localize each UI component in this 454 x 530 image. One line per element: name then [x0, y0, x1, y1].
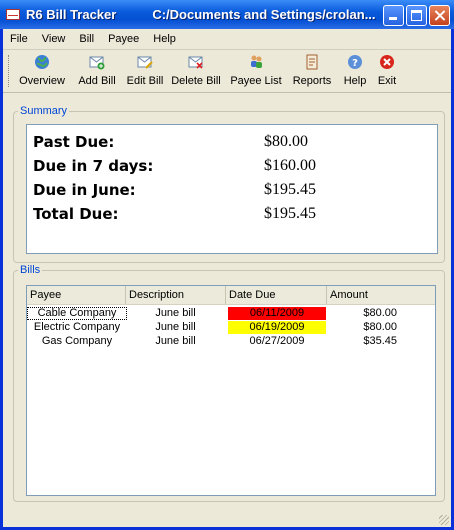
envelope-add-icon: [89, 56, 105, 70]
summary-value: $160.00: [264, 157, 316, 174]
envelope-delete-icon: [188, 56, 203, 69]
summary-group: Summary Past Due: $80.00 Due in 7 days: …: [13, 105, 445, 263]
menu-bar: File View Bill Payee Help: [3, 29, 451, 50]
column-header-date-due[interactable]: Date Due: [226, 286, 327, 304]
column-header-amount[interactable]: Amount: [327, 286, 435, 304]
overview-label: Overview: [19, 75, 65, 87]
column-header-payee[interactable]: Payee: [27, 286, 126, 304]
add-bill-label: Add Bill: [78, 75, 116, 87]
envelope-edit-icon: [137, 56, 153, 69]
globe-icon: [35, 55, 49, 69]
add-bill-button[interactable]: Add Bill: [76, 54, 118, 90]
payee-list-label: Payee List: [230, 75, 282, 87]
menu-view[interactable]: View: [35, 33, 73, 45]
close-button[interactable]: [429, 5, 450, 26]
amount-cell: $35.45: [363, 335, 397, 347]
payee-cell: Cable Company: [27, 307, 127, 320]
help-button[interactable]: ? Help: [341, 54, 369, 90]
help-label: Help: [343, 75, 367, 87]
bills-title: Bills: [18, 264, 43, 276]
description-cell: June bill: [155, 335, 196, 347]
summary-label: Total Due:: [33, 205, 119, 223]
summary-value: $195.45: [264, 181, 316, 198]
reports-button[interactable]: Reports: [290, 54, 334, 90]
maximize-button[interactable]: [406, 5, 427, 26]
resize-grip[interactable]: [439, 515, 449, 525]
date-due-cell: 06/11/2009: [228, 307, 326, 320]
summary-value: $80.00: [264, 133, 308, 150]
payee-cell: Electric Company: [33, 321, 121, 333]
date-due-cell: 06/27/2009: [249, 335, 305, 347]
summary-row-due-in-june: Due in June: $195.45: [33, 181, 433, 203]
reports-label: Reports: [292, 75, 332, 87]
title-bar[interactable]: R6 Bill Tracker C:/Documents and Settings…: [0, 0, 454, 29]
summary-row-due-7-days: Due in 7 days: $160.00: [33, 157, 433, 179]
menu-payee[interactable]: Payee: [101, 33, 146, 45]
column-header-description[interactable]: Description: [126, 286, 226, 304]
exit-icon: [380, 55, 394, 69]
svg-text:?: ?: [352, 58, 358, 69]
bills-list-header: Payee Description Date Due Amount: [27, 286, 435, 305]
exit-label: Exit: [377, 75, 397, 87]
summary-label: Due in 7 days:: [33, 157, 154, 175]
edit-bill-label: Edit Bill: [126, 75, 164, 87]
delete-bill-label: Delete Bill: [171, 75, 221, 87]
summary-panel: Past Due: $80.00 Due in 7 days: $160.00 …: [26, 124, 438, 254]
people-icon: [251, 55, 262, 68]
payee-cell: Gas Company: [41, 335, 113, 347]
toolbar: Overview Add Bill Edit Bill Delete Bill …: [3, 50, 451, 93]
window-path: C:/Documents and Settings/crolan...: [152, 7, 376, 22]
summary-row-total-due: Total Due: $195.45: [33, 205, 433, 227]
help-icon: ?: [348, 55, 362, 69]
app-window: R6 Bill Tracker C:/Documents and Settings…: [0, 0, 454, 530]
edit-bill-button[interactable]: Edit Bill: [123, 54, 167, 90]
summary-label: Due in June:: [33, 181, 136, 199]
date-due-cell: 06/19/2009: [228, 321, 326, 334]
menu-help[interactable]: Help: [146, 33, 183, 45]
delete-bill-button[interactable]: Delete Bill: [170, 54, 222, 90]
menu-file[interactable]: File: [3, 33, 35, 45]
table-row[interactable]: Gas Company June bill 06/27/2009 $35.45: [27, 335, 435, 349]
summary-title: Summary: [18, 105, 70, 117]
table-row[interactable]: Cable Company June bill 06/11/2009 $80.0…: [27, 307, 435, 321]
bills-list[interactable]: Payee Description Date Due Amount Cable …: [26, 285, 436, 496]
overview-button[interactable]: Overview: [15, 54, 69, 90]
summary-row-past-due: Past Due: $80.00: [33, 133, 433, 155]
exit-button[interactable]: Exit: [374, 54, 400, 90]
app-title: R6 Bill Tracker: [26, 7, 117, 22]
table-row[interactable]: Electric Company June bill 06/19/2009 $8…: [27, 321, 435, 335]
toolbar-grip[interactable]: [8, 55, 12, 87]
amount-cell: $80.00: [363, 321, 397, 333]
description-cell: June bill: [155, 321, 196, 333]
summary-label: Past Due:: [33, 133, 115, 151]
window-title: R6 Bill Tracker C:/Documents and Settings…: [26, 7, 396, 22]
report-book-icon: [306, 54, 318, 70]
summary-value: $195.45: [264, 205, 316, 222]
description-cell: June bill: [155, 307, 196, 319]
bills-group: Bills Payee Description Date Due Amount …: [13, 264, 445, 502]
menu-bill[interactable]: Bill: [72, 33, 101, 45]
amount-cell: $80.00: [363, 307, 397, 319]
payee-list-button[interactable]: Payee List: [229, 54, 283, 90]
envelope-app-icon[interactable]: [6, 9, 20, 20]
minimize-button[interactable]: [383, 5, 404, 26]
